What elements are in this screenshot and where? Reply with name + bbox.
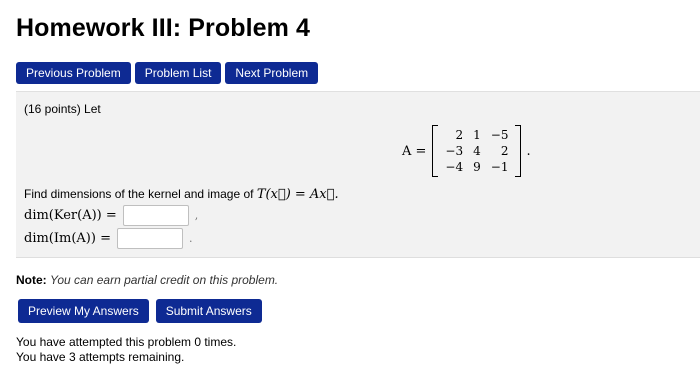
- kernel-label: dim(Ker(A)) =: [24, 208, 117, 223]
- image-punct: .: [188, 232, 193, 245]
- find-instruction: Find dimensions of the kernel and image …: [24, 187, 339, 202]
- matrix-cell: −5: [490, 128, 509, 142]
- problem-nav: Previous Problem Problem List Next Probl…: [16, 62, 319, 84]
- matrix-cell: 1: [473, 128, 481, 142]
- matrix-cell: 4: [473, 144, 481, 158]
- answer-actions: Preview My Answers Submit Answers: [18, 299, 262, 323]
- problem-list-button[interactable]: Problem List: [134, 62, 222, 84]
- page-title: Homework III: Problem 4: [16, 14, 311, 42]
- attempts-info: You have attempted this problem 0 times.…: [16, 335, 236, 365]
- note-label: Note:: [16, 273, 47, 287]
- attempts-remaining: You have 3 attempts remaining.: [16, 350, 185, 364]
- attempts-made: You have attempted this problem 0 times.: [16, 335, 237, 349]
- matrix-name: A =: [402, 143, 427, 159]
- matrix-cell: −3: [445, 144, 464, 158]
- kernel-dimension-input[interactable]: [122, 205, 189, 226]
- note-text: You can earn partial credit on this prob…: [50, 273, 279, 287]
- matrix: 2 1 −5 −3 4 2 −4 9 −1: [432, 125, 522, 177]
- matrix-definition: A = 2 1 −5 −3 4 2 −4 9 −1 .: [402, 125, 531, 177]
- matrix-cell: 2: [455, 128, 464, 142]
- matrix-period: .: [526, 143, 531, 159]
- find-text: Find dimensions of the kernel and image …: [24, 187, 257, 201]
- next-problem-button[interactable]: Next Problem: [225, 62, 319, 84]
- matrix-cell: 9: [473, 160, 481, 174]
- kernel-answer-row: dim(Ker(A)) = ,: [24, 205, 198, 226]
- find-math: T(x⃗) = Ax⃗.: [256, 187, 339, 202]
- submit-answers-button[interactable]: Submit Answers: [155, 299, 262, 323]
- problem-points: (16 points) Let: [24, 102, 101, 116]
- matrix-cell: 2: [500, 144, 509, 158]
- partial-credit-note: Note: You can earn partial credit on thi…: [16, 273, 278, 287]
- image-dimension-input[interactable]: [116, 228, 183, 249]
- image-label: dim(Im(A)) =: [24, 231, 111, 246]
- kernel-punct: ,: [194, 209, 199, 222]
- preview-answers-button[interactable]: Preview My Answers: [18, 299, 149, 323]
- matrix-cell: −4: [445, 160, 464, 174]
- problem-box: (16 points) Let A = 2 1 −5 −3 4 2 −4 9 −…: [16, 91, 700, 258]
- matrix-cell: −1: [490, 160, 509, 174]
- image-answer-row: dim(Im(A)) = .: [24, 228, 192, 249]
- previous-problem-button[interactable]: Previous Problem: [16, 62, 131, 84]
